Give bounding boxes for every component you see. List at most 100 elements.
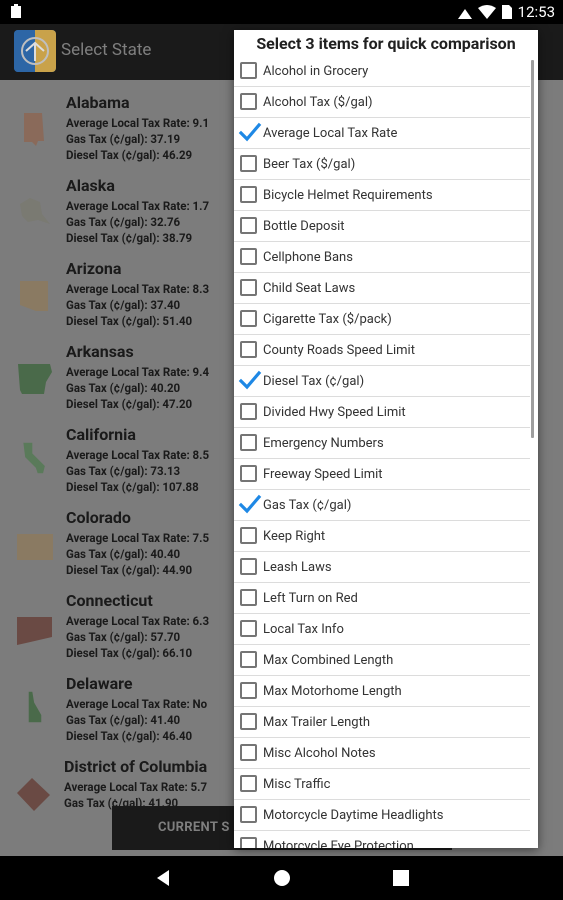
checkbox-unchecked[interactable] [240, 186, 257, 203]
checkbox-checked[interactable] [238, 122, 262, 142]
navigation-bar [0, 856, 563, 900]
state-detail: Gas Tax (¢/gal): 37.19 [66, 132, 181, 146]
option-row[interactable]: Beer Tax ($/gal) [234, 149, 530, 180]
checkbox-unchecked[interactable] [240, 620, 257, 637]
state-detail: Gas Tax (¢/gal): 40.20 [66, 381, 181, 395]
delaware-map-icon [28, 691, 42, 723]
option-label: Motorcycle Daytime Headlights [263, 808, 444, 823]
option-label: Cigarette Tax ($/pack) [263, 312, 392, 327]
state-detail: Average Local Tax Rate: 9.1 [66, 116, 210, 130]
option-row[interactable]: Leash Laws [234, 552, 530, 583]
signal-icon [457, 9, 472, 19]
checkbox-unchecked[interactable] [240, 589, 257, 606]
checkbox-unchecked[interactable] [240, 62, 257, 79]
checkbox-unchecked[interactable] [240, 527, 257, 544]
option-label: Max Trailer Length [263, 715, 370, 730]
option-row[interactable]: Alcohol in Grocery [234, 56, 530, 87]
option-row[interactable]: Cigarette Tax ($/pack) [234, 304, 530, 335]
checkbox-unchecked[interactable] [240, 279, 257, 296]
checkbox-unchecked[interactable] [240, 434, 257, 451]
checkmark-icon [238, 122, 262, 142]
option-row[interactable]: Bicycle Helmet Requirements [234, 180, 530, 211]
checkbox-unchecked[interactable] [240, 310, 257, 327]
scrollbar[interactable] [531, 60, 534, 438]
checkbox-unchecked[interactable] [240, 775, 257, 792]
option-label: Keep Right [263, 529, 326, 544]
option-row[interactable]: Average Local Tax Rate [234, 118, 530, 149]
checkbox-unchecked[interactable] [240, 651, 257, 668]
sim-icon [501, 5, 512, 19]
recents-icon[interactable] [389, 866, 413, 890]
option-label: Alcohol Tax ($/gal) [263, 95, 373, 110]
arkansas-map-icon [18, 364, 52, 394]
option-row[interactable]: Freeway Speed Limit [234, 459, 530, 490]
checkbox-checked[interactable] [238, 370, 262, 390]
option-label: Diesel Tax (¢/gal) [263, 374, 365, 389]
option-row[interactable]: Gas Tax (¢/gal) [234, 490, 530, 521]
checkbox-unchecked[interactable] [240, 713, 257, 730]
checkbox-unchecked[interactable] [240, 217, 257, 234]
checkbox-unchecked[interactable] [240, 248, 257, 265]
state-detail: Diesel Tax (¢/gal): 66.10 [66, 646, 193, 660]
option-label: Average Local Tax Rate [263, 126, 398, 141]
option-row[interactable]: Motorcycle Eye Protection [234, 831, 530, 848]
option-row[interactable]: Local Tax Info [234, 614, 530, 645]
state-detail: Average Local Tax Rate: 1.7 [66, 199, 210, 213]
option-row[interactable]: Misc Alcohol Notes [234, 738, 530, 769]
option-row[interactable]: Max Combined Length [234, 645, 530, 676]
arizona-map-icon [20, 281, 48, 311]
state-detail: Average Local Tax Rate: 7.5 [66, 531, 210, 545]
option-row[interactable]: Emergency Numbers [234, 428, 530, 459]
option-label: Bicycle Helmet Requirements [263, 188, 433, 203]
option-row[interactable]: Max Trailer Length [234, 707, 530, 738]
app-title: Select State [61, 40, 152, 60]
state-detail: Average Local Tax Rate: 8.3 [66, 282, 210, 296]
option-label: Bottle Deposit [263, 219, 345, 234]
checkbox-unchecked[interactable] [240, 93, 257, 110]
checkbox-unchecked[interactable] [240, 682, 257, 699]
option-row[interactable]: Diesel Tax (¢/gal) [234, 366, 530, 397]
option-row[interactable]: Keep Right [234, 521, 530, 552]
status-time: 12:53 [517, 3, 555, 21]
option-label: Beer Tax ($/gal) [263, 157, 356, 172]
checkbox-unchecked[interactable] [240, 155, 257, 172]
state-name: Connecticut [66, 591, 153, 610]
wifi-icon [477, 5, 496, 19]
status-bar: 12:53 [0, 0, 563, 24]
option-row[interactable]: Bottle Deposit [234, 211, 530, 242]
state-name: Arkansas [66, 342, 134, 361]
option-row[interactable]: County Roads Speed Limit [234, 335, 530, 366]
option-row[interactable]: Max Motorhome Length [234, 676, 530, 707]
state-detail: Gas Tax (¢/gal): 57.70 [66, 630, 181, 644]
checkbox-unchecked[interactable] [240, 403, 257, 420]
option-row[interactable]: Cellphone Bans [234, 242, 530, 273]
option-label: Misc Traffic [263, 777, 331, 792]
state-detail: Average Local Tax Rate: 5.7 [64, 780, 208, 794]
option-row[interactable]: Alcohol Tax ($/gal) [234, 87, 530, 118]
back-icon[interactable] [151, 866, 175, 890]
option-row[interactable]: Misc Traffic [234, 769, 530, 800]
checkbox-unchecked[interactable] [240, 465, 257, 482]
district-of-columbia-map-icon [17, 778, 50, 811]
option-label: Gas Tax (¢/gal) [263, 498, 352, 513]
option-list[interactable]: Alcohol in Grocery Alcohol Tax ($/gal) Ave… [234, 56, 538, 848]
option-label: Leash Laws [263, 560, 332, 575]
checkbox-unchecked[interactable] [240, 744, 257, 761]
checkbox-unchecked[interactable] [240, 806, 257, 823]
option-row[interactable]: Motorcycle Daytime Headlights [234, 800, 530, 831]
option-label: Divided Hwy Speed Limit [263, 405, 406, 420]
checkbox-unchecked[interactable] [240, 341, 257, 358]
alabama-map-icon [24, 113, 44, 146]
california-map-icon [23, 442, 45, 474]
option-row[interactable]: Child Seat Laws [234, 273, 530, 304]
colorado-map-icon [17, 534, 53, 560]
state-detail: Gas Tax (¢/gal): 73.13 [66, 464, 181, 478]
checkbox-unchecked[interactable] [240, 558, 257, 575]
state-detail: Diesel Tax (¢/gal): 46.40 [66, 729, 193, 743]
option-row[interactable]: Divided Hwy Speed Limit [234, 397, 530, 428]
checkbox-checked[interactable] [238, 494, 262, 514]
option-row[interactable]: Left Turn on Red [234, 583, 530, 614]
checkbox-unchecked[interactable] [240, 837, 257, 848]
alaska-map-icon [20, 198, 50, 224]
home-icon[interactable] [270, 866, 294, 890]
